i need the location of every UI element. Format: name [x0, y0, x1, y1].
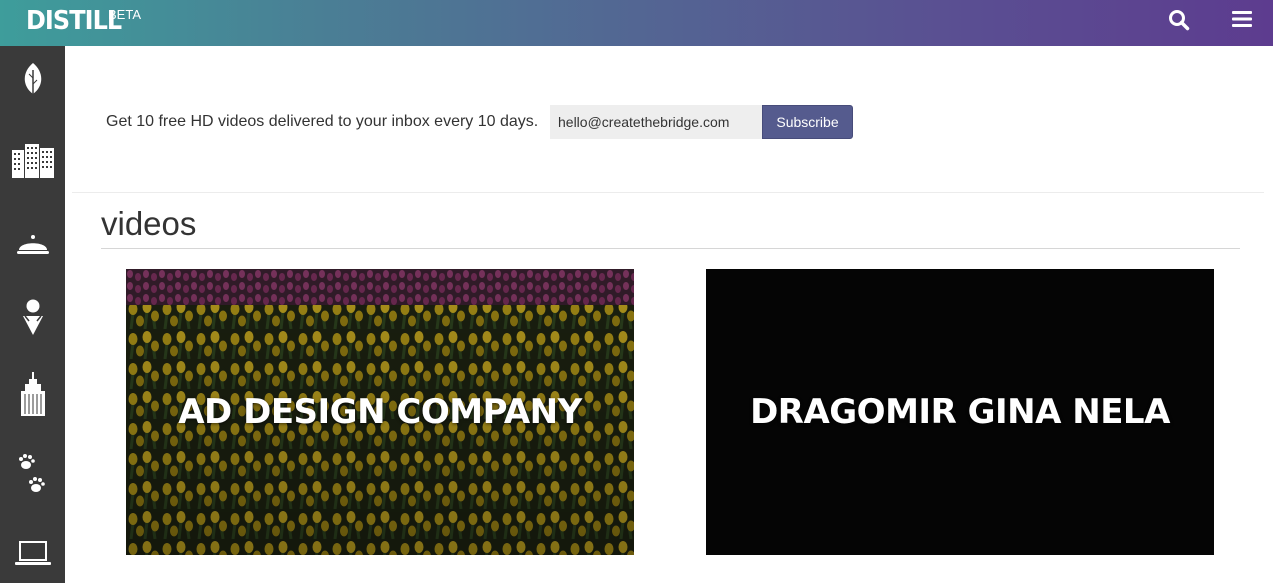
video-title: DRAGOMIR GINA NELA [750, 392, 1170, 432]
section-divider [101, 248, 1240, 249]
brand-name: DISTILL [26, 6, 122, 36]
subscribe-button[interactable]: Subscribe [762, 105, 853, 139]
hamburger-menu-icon[interactable] [1232, 10, 1252, 28]
brand-logo[interactable]: DISTILL BETA [26, 6, 141, 36]
section-title: videos [101, 205, 197, 242]
beta-badge: BETA [108, 7, 141, 22]
sidebar-item-food[interactable] [0, 228, 65, 262]
laptop-icon [14, 541, 51, 565]
buildings-icon [11, 144, 54, 178]
sidebar-item-person[interactable] [0, 296, 65, 338]
subscribe-bar: Get 10 free HD videos delivered to your … [106, 105, 853, 139]
video-card-ad-design[interactable]: AD DESIGN COMPANY [126, 269, 634, 555]
divider [72, 192, 1264, 193]
search-icon[interactable] [1168, 9, 1190, 31]
person-pin-icon [22, 299, 43, 335]
sidebar-item-city[interactable] [0, 368, 65, 420]
skyscraper-icon [20, 372, 45, 416]
email-field[interactable] [550, 105, 763, 139]
sidebar-item-tech[interactable] [0, 536, 65, 572]
food-cloche-icon [16, 235, 49, 254]
leaf-icon [24, 63, 41, 97]
paw-prints-icon [18, 454, 45, 492]
sidebar [0, 46, 65, 583]
video-title: AD DESIGN COMPANY [178, 392, 582, 432]
sidebar-item-pets[interactable] [0, 448, 65, 500]
top-bar: DISTILL BETA [0, 0, 1273, 46]
main-content: Get 10 free HD videos delivered to your … [65, 46, 1273, 583]
promo-text: Get 10 free HD videos delivered to your … [106, 113, 539, 130]
sidebar-item-leaf[interactable] [0, 60, 65, 100]
sidebar-item-buildings[interactable] [0, 138, 65, 180]
video-card-dragomir[interactable]: DRAGOMIR GINA NELA [706, 269, 1214, 555]
